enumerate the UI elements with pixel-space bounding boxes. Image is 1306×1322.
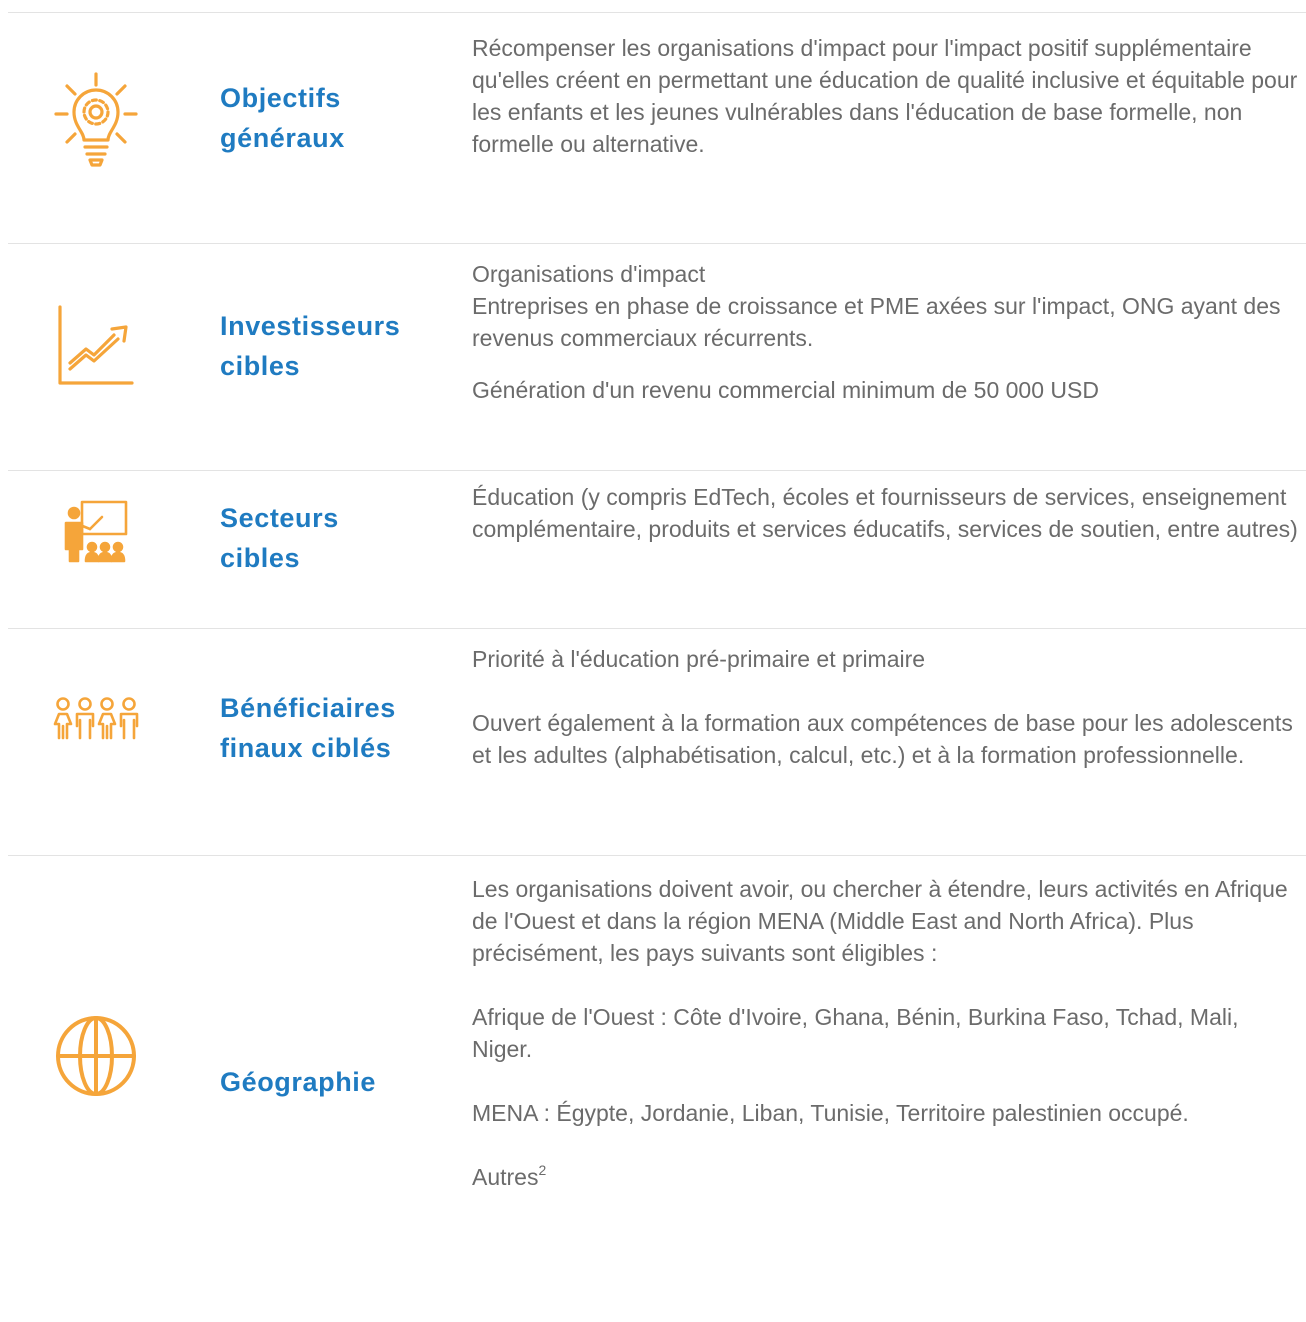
row-label-line1: Objectifs: [220, 83, 341, 113]
row-divider: [8, 470, 1306, 471]
row-paragraph-text: Autres: [472, 1164, 539, 1190]
row-divider: [8, 628, 1306, 629]
row-paragraph-last: Autres2: [472, 1161, 1302, 1193]
row-label: Bénéficiaires finaux ciblés: [220, 688, 440, 768]
row-paragraph: Les organisations doivent avoir, ou cher…: [472, 876, 1288, 966]
row-paragraph: Organisations d'impact: [472, 261, 706, 287]
row-label-line2: finaux ciblés: [220, 733, 392, 763]
row-divider: [8, 243, 1306, 244]
row-label-line1: Secteurs: [220, 503, 339, 533]
growth-chart-icon: [48, 300, 144, 390]
globe-icon: [48, 1014, 144, 1098]
row-label: Secteurs cibles: [220, 498, 440, 578]
row-paragraph: Éducation (y compris EdTech, écoles et f…: [472, 484, 1298, 542]
row-content: Les organisations doivent avoir, ou cher…: [472, 873, 1302, 1193]
row-paragraph: Récompenser les organisations d'impact p…: [472, 35, 1298, 157]
row-content: Priorité à l'éducation pré-primaire et p…: [472, 643, 1302, 771]
row-label-line1: Investisseurs: [220, 311, 401, 341]
row-label: Objectifs généraux: [220, 78, 440, 158]
row-paragraph: MENA : Égypte, Jordanie, Liban, Tunisie,…: [472, 1100, 1189, 1126]
row-paragraph: Ouvert également à la formation aux comp…: [472, 710, 1293, 768]
row-divider: [8, 12, 1306, 13]
row-content: Récompenser les organisations d'impact p…: [472, 32, 1302, 160]
row-label-line2: cibles: [220, 351, 301, 381]
teacher-classroom-icon: [48, 496, 144, 566]
row-divider: [8, 855, 1306, 856]
footnote-marker[interactable]: 2: [538, 1162, 546, 1178]
row-label-line2: cibles: [220, 543, 301, 573]
row-label: Investisseurs cibles: [220, 306, 440, 386]
row-paragraph: Afrique de l'Ouest : Côte d'Ivoire, Ghan…: [472, 1004, 1239, 1062]
row-label: Géographie: [220, 1062, 440, 1102]
row-content: Organisations d'impact Entreprises en ph…: [472, 258, 1302, 406]
row-paragraph: Priorité à l'éducation pré-primaire et p…: [472, 646, 926, 672]
row-label-line1: Géographie: [220, 1067, 377, 1097]
row-paragraph: Génération d'un revenu commercial minimu…: [472, 377, 1099, 403]
row-label-line2: généraux: [220, 123, 345, 153]
people-group-icon: [48, 694, 144, 742]
lightbulb-gear-icon: [48, 72, 144, 168]
row-label-line1: Bénéficiaires: [220, 693, 396, 723]
row-paragraph: Entreprises en phase de croissance et PM…: [472, 293, 1281, 351]
row-content: Éducation (y compris EdTech, écoles et f…: [472, 481, 1302, 545]
